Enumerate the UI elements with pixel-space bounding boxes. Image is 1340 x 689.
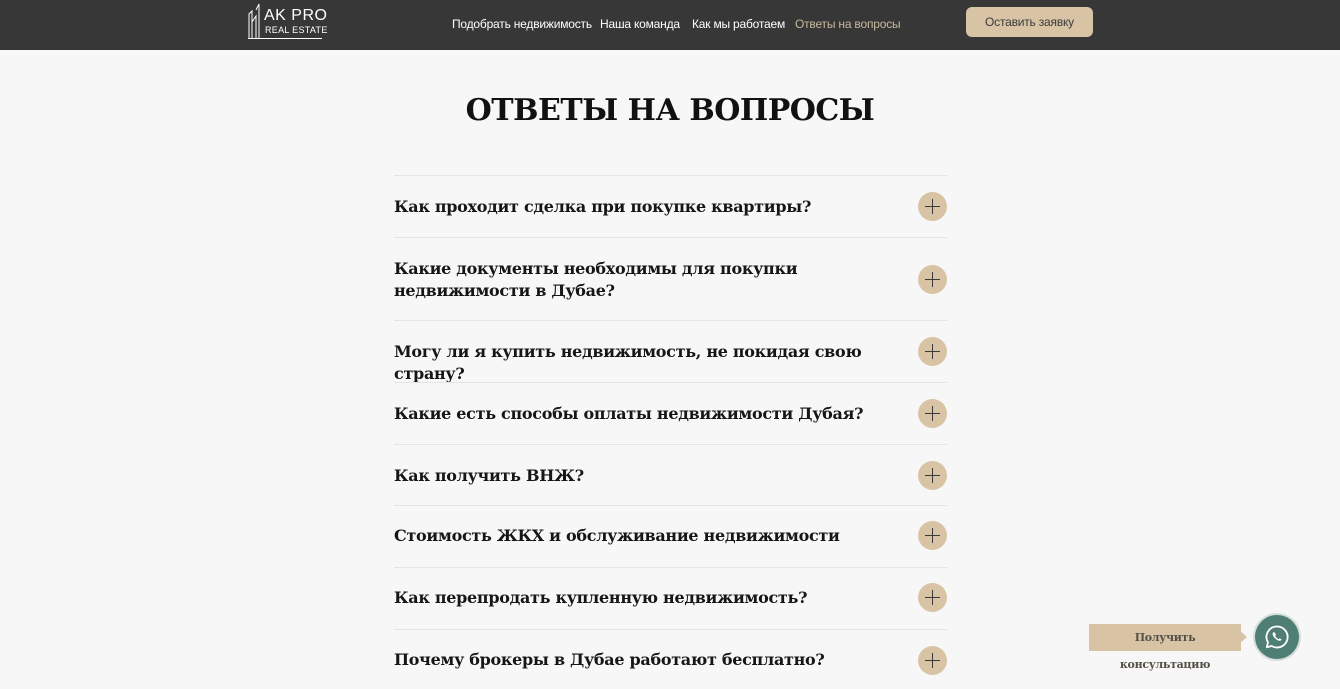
plus-icon[interactable] — [918, 399, 947, 428]
nav-link-faq[interactable]: Ответы на вопросы — [795, 16, 901, 32]
faq-question: Как перепродать купленную недвижимость? — [394, 588, 808, 607]
faq-item[interactable]: Какие документы необходимы для покупки н… — [394, 237, 947, 320]
building-logo-icon — [248, 3, 260, 39]
faq-question: Какие есть способы оплаты недвижимости Д… — [394, 404, 864, 423]
site-header: AK PRO REAL ESTATE Подобрать недвижимост… — [0, 0, 1340, 50]
faq-item[interactable]: Как перепродать купленную недвижимость? — [394, 567, 947, 629]
whatsapp-icon — [1265, 625, 1289, 649]
nav-link-team[interactable]: Наша команда — [600, 16, 680, 32]
whatsapp-button[interactable] — [1255, 615, 1299, 659]
nav-link-how-we-work[interactable]: Как мы работаем — [692, 16, 785, 32]
consultation-label[interactable]: Получить консультацию — [1089, 624, 1241, 671]
faq-item[interactable]: Стоимость ЖКХ и обслуживание недвижимост… — [394, 505, 947, 567]
faq-question: Стоимость ЖКХ и обслуживание недвижимост… — [394, 526, 840, 545]
faq-question: Какие документы необходимы для покупки н… — [394, 259, 798, 300]
faq-item[interactable]: Какие есть способы оплаты недвижимости Д… — [394, 382, 947, 444]
plus-icon[interactable] — [918, 265, 947, 294]
faq-question: Почему брокеры в Дубае работают бесплатн… — [394, 650, 825, 669]
site-logo[interactable]: AK PRO REAL ESTATE — [248, 2, 328, 40]
logo-underline — [248, 38, 322, 39]
plus-icon[interactable] — [918, 646, 947, 675]
faq-item[interactable]: Как проходит сделка при покупке квартиры… — [394, 175, 947, 237]
faq-list: Как проходит сделка при покупке квартиры… — [394, 175, 947, 689]
faq-question: Как проходит сделка при покупке квартиры… — [394, 197, 812, 216]
plus-icon[interactable] — [918, 192, 947, 221]
plus-icon[interactable] — [918, 521, 947, 550]
nav-link-property-search[interactable]: Подобрать недвижимость — [452, 16, 592, 32]
logo-subtitle: REAL ESTATE — [265, 25, 328, 35]
faq-item[interactable]: Почему брокеры в Дубае работают бесплатн… — [394, 629, 947, 689]
plus-icon[interactable] — [918, 461, 947, 490]
faq-item[interactable]: Как получить ВНЖ? — [394, 444, 947, 505]
faq-question: Как получить ВНЖ? — [394, 466, 584, 485]
page-title: ОТВЕТЫ НА ВОПРОСЫ — [465, 93, 875, 128]
consultation-label-arrow — [1240, 631, 1247, 643]
faq-question: Могу ли я купить недвижимость, не покида… — [394, 342, 862, 383]
plus-icon[interactable] — [918, 337, 947, 366]
submit-request-button[interactable]: Оставить заявку — [966, 7, 1093, 37]
plus-icon[interactable] — [918, 583, 947, 612]
logo-title: AK PRO — [264, 7, 328, 24]
faq-item[interactable]: Могу ли я купить недвижимость, не покида… — [394, 320, 947, 383]
